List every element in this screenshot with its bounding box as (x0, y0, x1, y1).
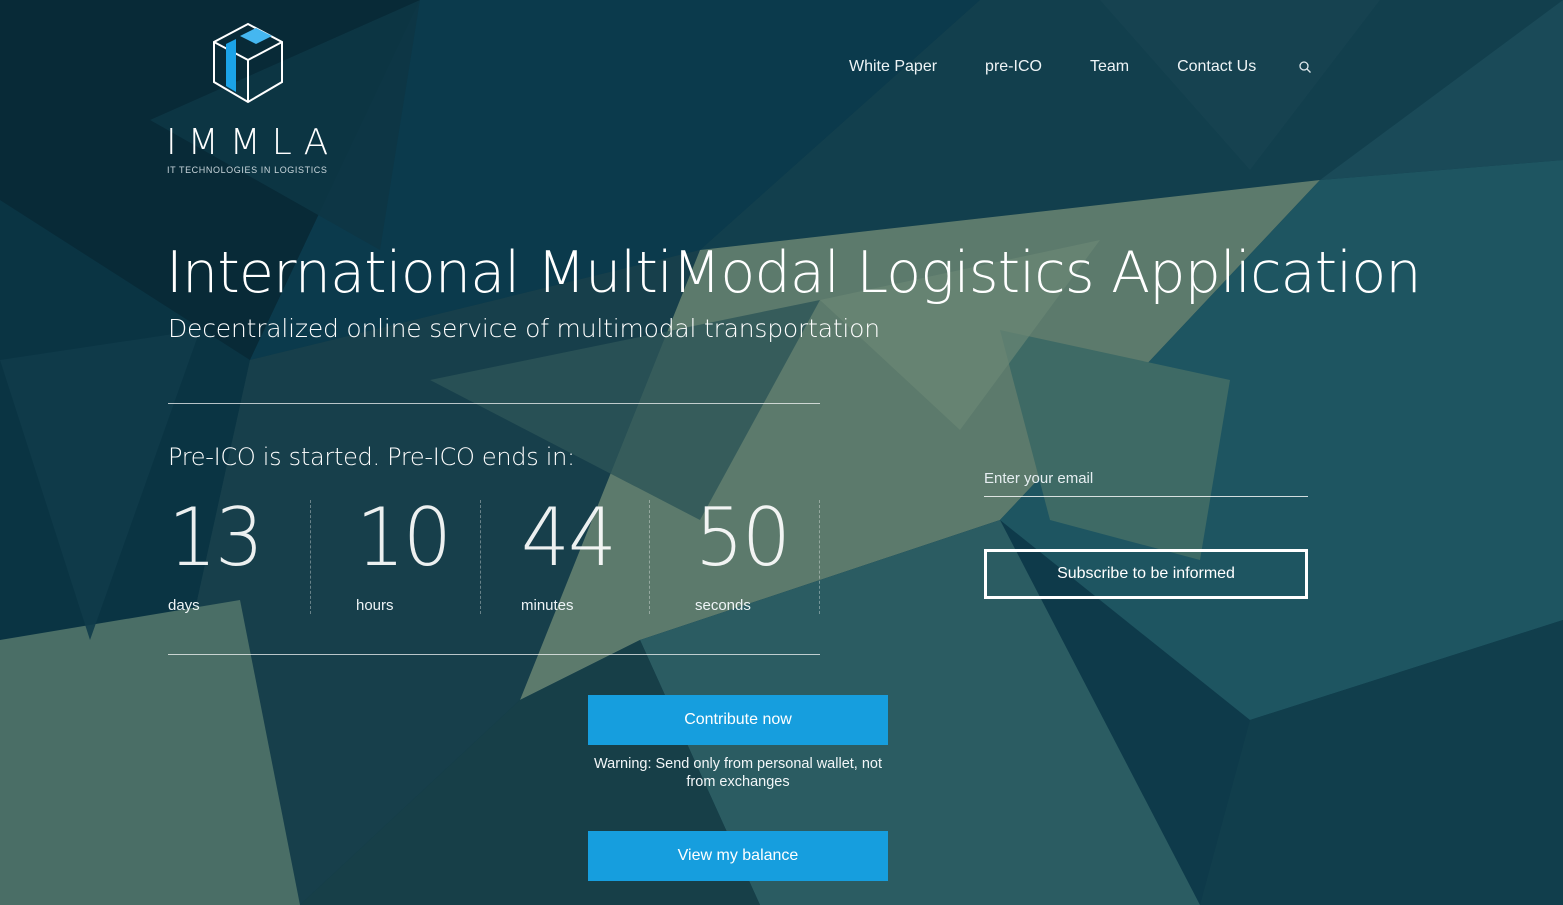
view-balance-button[interactable]: View my balance (588, 831, 888, 881)
countdown-hours: 10 hours (311, 491, 481, 614)
nav-item-pre-ico[interactable]: pre-ICO (985, 58, 1042, 76)
hero-subtitle: Decentralized online service of multimod… (168, 314, 880, 343)
countdown-seconds-value: 50 (695, 491, 791, 584)
countdown-days: 13 days (168, 491, 311, 614)
hero-title: International MultiModal Logistics Appli… (166, 240, 1422, 306)
nav-item-team[interactable]: Team (1090, 58, 1129, 76)
countdown-timer: 13 days 10 hours 44 minutes 50 seconds (168, 491, 820, 614)
subscribe-button[interactable]: Subscribe to be informed (984, 549, 1308, 599)
divider-top (168, 403, 820, 404)
nav-item-white-paper[interactable]: White Paper (849, 58, 937, 76)
countdown-hours-unit: hours (356, 597, 394, 614)
brand-name: IMMLA (166, 122, 340, 163)
email-field-wrapper (984, 470, 1308, 497)
countdown-seconds: 50 seconds (650, 491, 820, 614)
countdown-days-value: 13 (168, 491, 264, 584)
countdown-label: Pre-ICO is started. Pre-ICO ends in: (168, 443, 575, 471)
nav-item-contact-us[interactable]: Contact Us (1177, 58, 1256, 76)
main-nav: White Paper pre-ICO Team Contact Us (849, 58, 1312, 76)
countdown-hours-value: 10 (356, 491, 452, 584)
search-icon[interactable] (1298, 60, 1312, 74)
brand-tagline: IT TECHNOLOGIES IN LOGISTICS (167, 165, 328, 175)
cube-logo-icon (213, 22, 283, 104)
countdown-minutes: 44 minutes (481, 491, 650, 614)
wallet-warning: Warning: Send only from personal wallet,… (594, 756, 882, 790)
contribute-now-button[interactable]: Contribute now (588, 695, 888, 745)
countdown-seconds-unit: seconds (695, 597, 751, 614)
countdown-minutes-unit: minutes (521, 597, 574, 614)
countdown-days-unit: days (168, 597, 200, 614)
divider-bottom (168, 654, 820, 655)
countdown-minutes-value: 44 (521, 491, 617, 584)
email-input[interactable] (984, 470, 1308, 487)
